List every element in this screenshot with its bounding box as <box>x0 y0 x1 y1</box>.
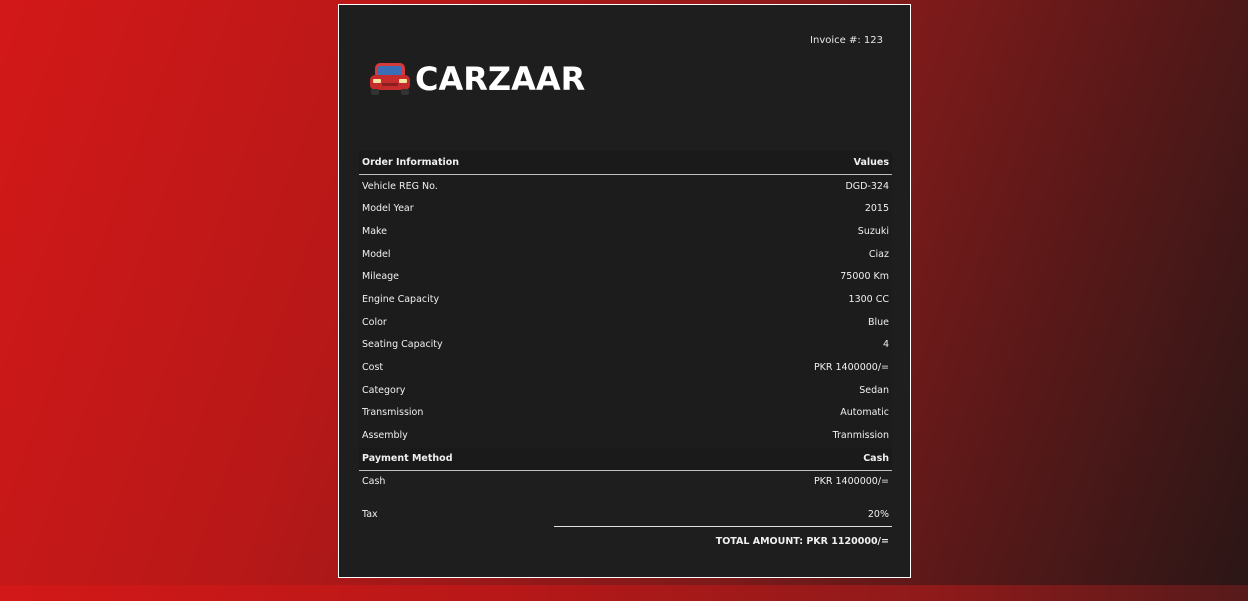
row-value: 2015 <box>553 197 892 221</box>
row-value: Ciaz <box>553 242 892 266</box>
invoice-number: Invoice #: 123 <box>810 35 883 46</box>
table-row: Assembly Tranmission <box>359 424 892 447</box>
row-label: Transmission <box>359 401 554 425</box>
row-value: Sedan <box>553 378 892 402</box>
row-label: Vehicle REG No. <box>359 174 554 198</box>
row-label: Seating Capacity <box>359 333 554 357</box>
header-value: Values <box>553 151 892 175</box>
table-row: Cash PKR 1400000/= <box>359 470 892 493</box>
row-value: Blue <box>553 310 892 334</box>
row-label: Category <box>359 378 554 402</box>
table-spacer <box>359 493 892 503</box>
row-value: 20% <box>867 509 889 521</box>
row-label: Mileage <box>359 265 554 289</box>
table-row: Seating Capacity 4 <box>359 333 892 357</box>
row-label: Cash <box>362 476 386 488</box>
table-row: Vehicle REG No. DGD-324 <box>359 174 892 198</box>
row-label: Assembly <box>359 424 554 447</box>
row-value: Suzuki <box>553 220 892 243</box>
table-row: Cost PKR 1400000/= <box>359 356 892 379</box>
table-row: Model Year 2015 <box>359 197 892 221</box>
row-label: Make <box>359 220 554 243</box>
table-row: Make Suzuki <box>359 220 892 243</box>
header-label: Order Information <box>359 151 554 175</box>
row-label: Tax <box>362 509 378 521</box>
row-value: Tranmission <box>553 424 892 447</box>
brand-name: CARZAAR <box>415 60 586 98</box>
row-value: 4 <box>553 333 892 357</box>
table-row: Engine Capacity 1300 CC <box>359 288 892 311</box>
row-value: PKR 1400000/= <box>813 476 889 488</box>
table-row: Tax 20% <box>359 503 892 526</box>
brand-logo: CARZAAR <box>367 59 585 99</box>
table-row: Category Sedan <box>359 378 892 402</box>
table-row: Color Blue <box>359 310 892 334</box>
total-amount: TOTAL AMOUNT: PKR 1120000/= <box>553 526 892 555</box>
row-value: PKR 1400000/= <box>553 356 892 379</box>
invoice-card: Invoice #: 123 CARZAAR Order Information… <box>338 4 911 578</box>
row-value: DGD-324 <box>553 174 892 198</box>
row-label: Cost <box>359 356 554 379</box>
table-row: Transmission Automatic <box>359 401 892 425</box>
total-row: TOTAL AMOUNT: PKR 1120000/= <box>359 526 892 555</box>
car-icon <box>370 63 410 95</box>
table-header-row: Order Information Values <box>359 151 892 175</box>
row-label: Engine Capacity <box>359 288 554 311</box>
row-value: 1300 CC <box>553 288 892 311</box>
row-value: Automatic <box>553 401 892 425</box>
table-row: Model Ciaz <box>359 242 892 266</box>
table-row: Mileage 75000 Km <box>359 265 892 289</box>
table-header-row: Payment Method Cash <box>359 446 892 471</box>
invoice-table: Order Information Values Vehicle REG No. DG… <box>359 151 892 555</box>
footer-bar <box>0 585 1248 601</box>
header-value: Cash <box>553 446 892 471</box>
header-label: Payment Method <box>359 446 554 471</box>
row-label: Model <box>359 242 554 266</box>
row-label: Model Year <box>359 197 554 221</box>
row-label: Color <box>359 310 554 334</box>
row-value: 75000 Km <box>553 265 892 289</box>
